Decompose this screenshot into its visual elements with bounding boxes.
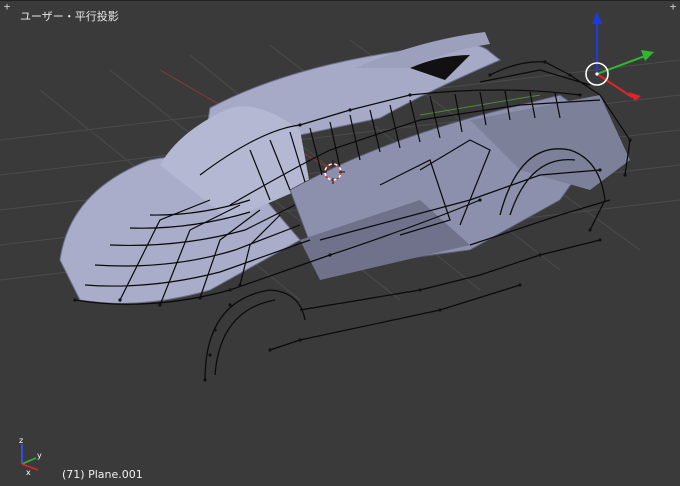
- gizmo-z-arrow: [592, 12, 602, 24]
- mini-axis-z-label: z: [19, 436, 23, 445]
- gizmo-y-arrow: [641, 50, 654, 61]
- scene-canvas[interactable]: [0, 0, 680, 486]
- car-body-shaded[interactable]: [59, 32, 630, 304]
- front-wheel-arch: [204, 289, 306, 381]
- viewport-split-handle-left[interactable]: +: [2, 1, 12, 12]
- gizmo-x-axis: [596, 73, 633, 98]
- 3d-viewport[interactable]: + + ユーザー・平行投影 z y x (71) Plane.001: [0, 0, 680, 486]
- navigation-gizmo-icon[interactable]: [585, 12, 654, 101]
- viewport-split-handle-right[interactable]: +: [668, 1, 678, 12]
- axis-orientation-icon: z y x: [19, 436, 42, 476]
- active-object-label: (71) Plane.001: [62, 468, 143, 481]
- view-mode-label: ユーザー・平行投影: [20, 10, 119, 23]
- mini-axis-x-label: x: [26, 468, 31, 476]
- mini-axis-y-label: y: [37, 451, 42, 460]
